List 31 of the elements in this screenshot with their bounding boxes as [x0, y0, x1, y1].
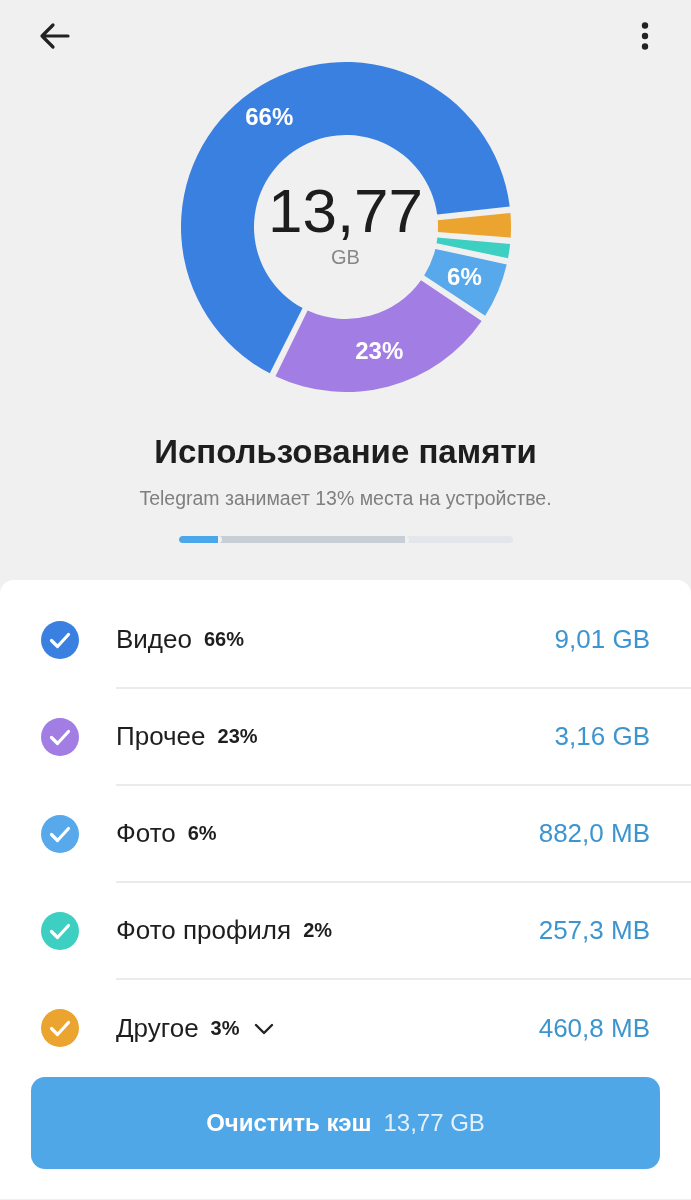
category-size: 257,3 MB [538, 915, 650, 946]
category-percent: 3% [210, 1017, 240, 1040]
chevron-down-icon[interactable] [253, 1022, 274, 1035]
category-name: Прочее [116, 721, 206, 752]
category-percent: 66% [203, 628, 244, 651]
category-percent: 2% [303, 919, 333, 942]
checkbox[interactable] [40, 1008, 80, 1048]
total-size: 13,77 [267, 179, 424, 242]
more-icon[interactable] [641, 22, 649, 50]
size-unit: GB [331, 245, 360, 269]
usage-description: Telegram занимает 13% места на устройстве. [139, 487, 552, 510]
category-name: Другое [116, 1013, 199, 1044]
slice-label: 23% [354, 337, 403, 365]
category-size: 9,01 GB [554, 624, 650, 655]
category-size: 882,0 MB [538, 818, 650, 849]
checkbox[interactable] [40, 911, 80, 951]
back-icon[interactable] [38, 22, 70, 50]
clear-cache-button[interactable]: Очистить кэш 13,77 GB [31, 1077, 660, 1169]
page-title: Использование памяти [154, 433, 537, 471]
checkbox[interactable] [40, 620, 80, 660]
checkbox[interactable] [40, 814, 80, 854]
category-name: Фото профиля [116, 915, 292, 946]
slice-label: 66% [244, 102, 293, 130]
category-size: 460,8 MB [538, 1013, 650, 1044]
category-size: 3,16 GB [554, 721, 650, 752]
category-percent: 6% [187, 822, 217, 845]
category-name: Фото [116, 818, 176, 849]
slice-label: 6% [446, 262, 482, 290]
category-percent: 23% [217, 725, 258, 748]
checkbox[interactable] [40, 717, 80, 757]
category-name: Видео [116, 624, 192, 655]
